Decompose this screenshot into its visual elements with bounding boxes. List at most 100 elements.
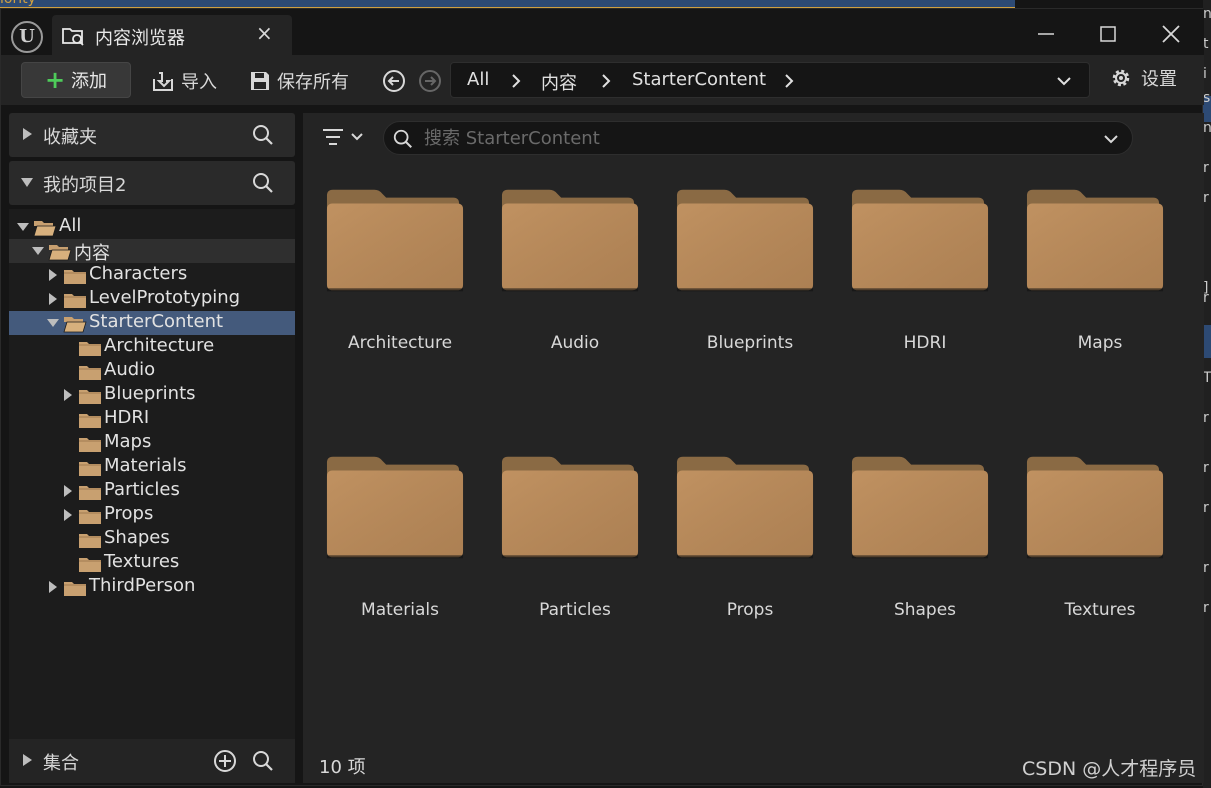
caret-down-icon[interactable]: [47, 317, 59, 329]
tree-item-label: Props: [104, 503, 154, 524]
tree-item[interactable]: All: [9, 215, 295, 239]
chevron-right-icon[interactable]: [782, 72, 796, 90]
search-input[interactable]: [424, 125, 1084, 151]
search-icon: [393, 129, 412, 148]
tree-item-label: Characters: [89, 263, 188, 284]
folder-icon: [79, 486, 101, 500]
settings-button[interactable]: 设置: [1109, 65, 1177, 91]
search-icon[interactable]: [251, 749, 275, 773]
minimize-icon: [1038, 33, 1054, 35]
folder-tile[interactable]: Props: [653, 454, 814, 644]
tree-item[interactable]: Materials: [9, 455, 295, 479]
add-button[interactable]: + 添加: [21, 62, 131, 98]
folder-icon: [676, 189, 814, 292]
tree-item[interactable]: Audio: [9, 359, 295, 383]
search-bar: [383, 121, 1133, 155]
tree-item[interactable]: StarterContent: [9, 311, 295, 335]
add-circle-icon[interactable]: [213, 749, 237, 773]
settings-label: 设置: [1141, 69, 1177, 90]
folder-icon: [1026, 189, 1164, 292]
title-bar: U 内容浏览器 ×: [1, 9, 1204, 55]
folder-tile[interactable]: Maps: [1003, 187, 1164, 377]
folder-tree: All 内容 Characters LevelPrototyping StarterCo…: [9, 209, 295, 745]
tree-item[interactable]: Particles: [9, 479, 295, 503]
tree-item-label: HDRI: [104, 407, 150, 428]
chevron-down-icon[interactable]: [1054, 73, 1074, 89]
caret-down-icon[interactable]: [32, 245, 44, 257]
folder-tile[interactable]: Shapes: [828, 454, 989, 644]
caret-right-icon[interactable]: [62, 509, 74, 521]
collections-label: 集合: [43, 753, 79, 774]
folder-open-icon: [33, 221, 57, 237]
search-icon[interactable]: [251, 171, 275, 195]
favorites-header[interactable]: 收藏夹: [9, 113, 295, 157]
watermark: CSDN @人才程序员: [1022, 758, 1197, 780]
tree-item[interactable]: 内容: [9, 239, 295, 264]
breadcrumb: All 内容 StarterContent: [450, 62, 1090, 98]
folder-tile[interactable]: HDRI: [828, 187, 989, 377]
folder-icon: [64, 582, 86, 596]
folder-tile[interactable]: Materials: [303, 454, 464, 644]
import-button[interactable]: 导入: [151, 68, 217, 94]
tab-content-browser[interactable]: 内容浏览器 ×: [52, 15, 292, 55]
close-window-button[interactable]: [1151, 19, 1191, 49]
caret-right-icon: [23, 754, 32, 766]
maximize-icon: [1100, 26, 1116, 42]
chevron-down-icon[interactable]: [1102, 132, 1120, 146]
save-all-label: 保存所有: [277, 72, 349, 93]
background-glyph: n: [1203, 120, 1211, 136]
forward-arrow-icon[interactable]: [418, 69, 442, 93]
caret-down-icon[interactable]: [17, 221, 29, 233]
tree-item-label: ThirdPerson: [89, 575, 196, 596]
caret-right-icon[interactable]: [47, 581, 59, 593]
folder-tile[interactable]: Audio: [478, 187, 639, 377]
search-icon[interactable]: [251, 123, 275, 147]
background-text: lority: [0, 0, 36, 7]
chevron-right-icon[interactable]: [509, 72, 523, 90]
folder-tile[interactable]: Particles: [478, 454, 639, 644]
save-all-button[interactable]: 保存所有: [249, 68, 349, 94]
minimize-button[interactable]: [1026, 19, 1066, 49]
breadcrumb-all[interactable]: All: [467, 69, 489, 90]
folder-open-icon: [63, 317, 87, 333]
project-label: 我的项目2: [43, 175, 127, 196]
tree-item[interactable]: Architecture: [9, 335, 295, 359]
import-label: 导入: [181, 72, 217, 93]
tree-item-label: Architecture: [104, 335, 215, 356]
folder-icon: [79, 366, 101, 380]
favorites-label: 收藏夹: [43, 127, 97, 148]
tree-item[interactable]: Blueprints: [9, 383, 295, 407]
project-header[interactable]: 我的项目2: [9, 161, 295, 205]
breadcrumb-startercontent[interactable]: StarterContent: [632, 69, 766, 90]
tree-item-label: Shapes: [104, 527, 170, 548]
folder-icon: [851, 189, 989, 292]
tree-item[interactable]: Maps: [9, 431, 295, 455]
breadcrumb-content[interactable]: 内容: [541, 69, 577, 95]
tree-item[interactable]: LevelPrototyping: [9, 287, 295, 311]
tab-close-button[interactable]: ×: [256, 21, 273, 45]
maximize-button[interactable]: [1088, 19, 1128, 49]
toolbar: + 添加 导入 保存所有 All 内容 StarterContent 设置: [1, 55, 1204, 105]
tree-item[interactable]: Textures: [9, 551, 295, 575]
tree-item[interactable]: HDRI: [9, 407, 295, 431]
tree-item[interactable]: Props: [9, 503, 295, 527]
folder-icon: [501, 456, 639, 559]
collections-header[interactable]: 集合: [9, 739, 295, 783]
tree-item[interactable]: ThirdPerson: [9, 575, 295, 599]
unreal-logo-icon: U: [11, 21, 43, 53]
folder-tile[interactable]: Blueprints: [653, 187, 814, 377]
folder-tile-label: Textures: [1064, 600, 1136, 620]
tree-item[interactable]: Characters: [9, 263, 295, 287]
folder-tile[interactable]: Architecture: [303, 187, 464, 377]
folder-tile[interactable]: Textures: [1003, 454, 1164, 644]
caret-right-icon[interactable]: [47, 269, 59, 281]
back-arrow-icon[interactable]: [382, 69, 406, 93]
folder-icon: [676, 456, 814, 559]
caret-right-icon[interactable]: [47, 293, 59, 305]
filter-icon[interactable]: [321, 125, 369, 149]
caret-right-icon[interactable]: [62, 389, 74, 401]
caret-right-icon[interactable]: [62, 485, 74, 497]
tree-item[interactable]: Shapes: [9, 527, 295, 551]
tree-item-label: 内容: [74, 243, 110, 264]
chevron-right-icon[interactable]: [599, 72, 613, 90]
